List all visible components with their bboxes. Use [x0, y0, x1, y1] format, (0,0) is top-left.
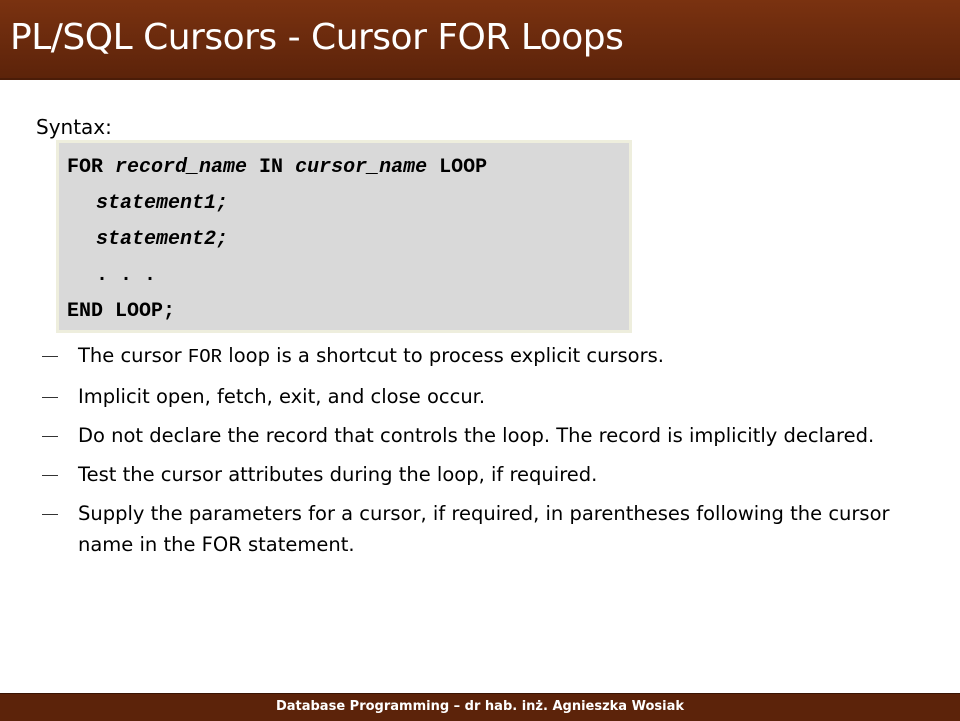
code-variable: record_name — [115, 156, 248, 179]
code-keyword: FOR — [67, 156, 116, 179]
syntax-label: Syntax: — [36, 115, 112, 139]
slide-title: PL/SQL Cursors - Cursor FOR Loops — [10, 17, 624, 58]
bullet-text: Implicit open, fetch, exit, and close oc… — [78, 385, 486, 408]
code-keyword: LOOP — [427, 156, 488, 179]
code-variable: cursor_name — [295, 156, 428, 179]
code-line-5: END LOOP; — [67, 300, 176, 323]
bullet-text: loop is a shortcut to process explicit c… — [222, 344, 664, 367]
bullet-text: The cursor — [78, 344, 188, 367]
code-line-4: . . . — [96, 264, 157, 287]
list-item: Supply the parameters for a cursor, if r… — [40, 498, 930, 560]
code-line-3: statement2; — [96, 228, 228, 251]
code-statement: statement1; — [96, 192, 229, 215]
footer-text: Database Programming – dr hab. inż. Agni… — [275, 699, 685, 714]
code-line-2: statement1; — [96, 192, 228, 215]
code-line-1: FOR record_name IN cursor_name LOOP — [67, 156, 487, 179]
bullet-list: The cursor FOR loop is a shortcut to pro… — [40, 340, 930, 568]
footer-bar: Database Programming – dr hab. inż. Agni… — [0, 693, 960, 721]
code-keyword: IN — [247, 156, 296, 179]
list-item: Do not declare the record that controls … — [40, 420, 930, 451]
code-statement: statement2; — [96, 228, 229, 251]
bullet-text: Do not declare the record that controls … — [78, 424, 875, 447]
code-block: FOR record_name IN cursor_name LOOP stat… — [56, 140, 632, 333]
list-item: Implicit open, fetch, exit, and close oc… — [40, 381, 930, 412]
bullet-text: Supply the parameters for a cursor, if r… — [78, 502, 890, 556]
list-item: The cursor FOR loop is a shortcut to pro… — [40, 340, 930, 373]
title-bar: PL/SQL Cursors - Cursor FOR Loops — [0, 0, 960, 80]
list-item: Test the cursor attributes during the lo… — [40, 459, 930, 490]
inline-code: FOR — [187, 346, 223, 368]
bullet-text: Test the cursor attributes during the lo… — [78, 463, 598, 486]
